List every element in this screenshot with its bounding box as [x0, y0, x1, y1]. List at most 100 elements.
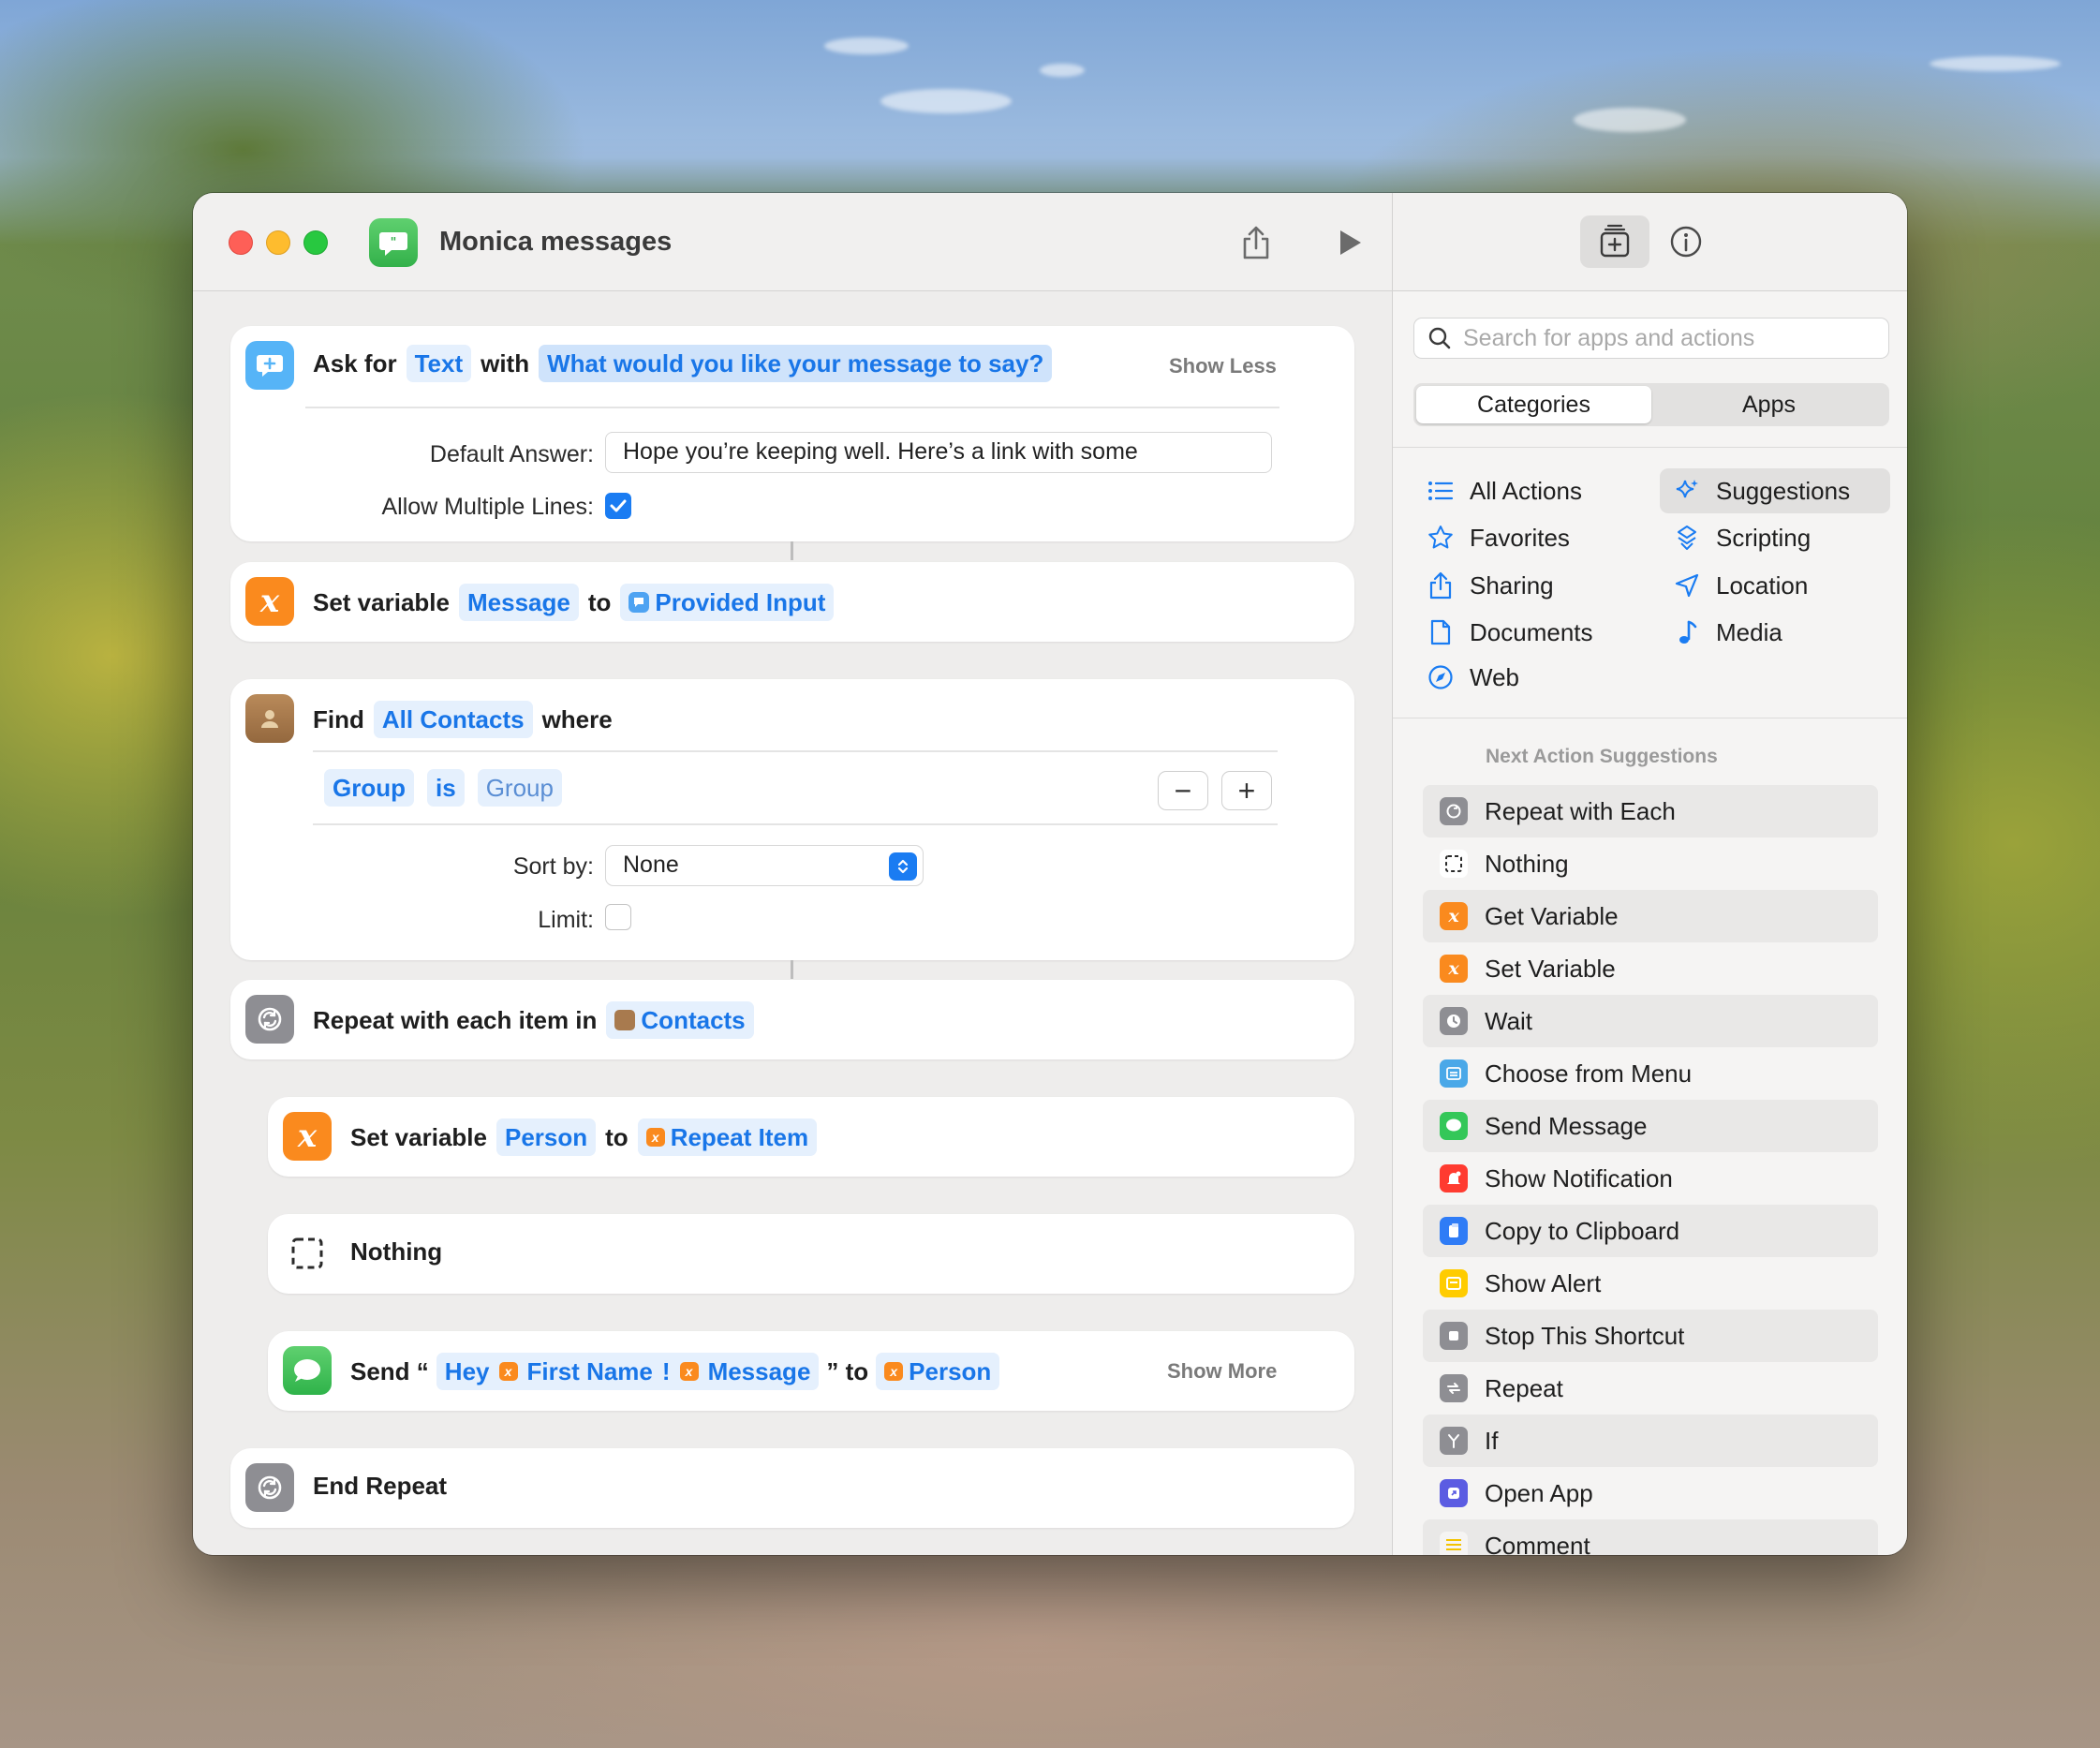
nothing-icon	[1440, 850, 1468, 878]
filter-operator-token[interactable]: is	[427, 769, 465, 807]
nothing-action[interactable]: Nothing	[268, 1214, 1354, 1294]
suggestion-label: Get Variable	[1485, 901, 1619, 930]
add-filter-button[interactable]: +	[1221, 771, 1272, 810]
end-repeat-action[interactable]: End Repeat	[230, 1448, 1354, 1528]
shortcut-icon[interactable]: "	[369, 218, 418, 267]
show-less-button[interactable]: Show Less	[1169, 354, 1277, 378]
ask-input-mini-icon	[629, 592, 650, 613]
search-field[interactable]: Search for apps and actions	[1413, 318, 1889, 359]
ask-for-input-action[interactable]: Ask for Text with What would you like yo…	[230, 326, 1354, 541]
suggestion-item[interactable]: Copy to Clipboard	[1423, 1205, 1878, 1257]
divider	[1393, 447, 1907, 448]
repeat-with-each-action[interactable]: Repeat with each item in Contacts	[230, 980, 1354, 1059]
input-type-token[interactable]: Text	[406, 345, 472, 382]
send-message-action[interactable]: Send “ Hey x First Name ! x Message ” to x…	[268, 1331, 1354, 1411]
contacts-scope-token[interactable]: All Contacts	[373, 701, 533, 738]
suggestion-item[interactable]: Open App	[1423, 1467, 1878, 1519]
suggestion-label: Comment	[1485, 1531, 1590, 1556]
suggestion-item[interactable]: Show Alert	[1423, 1257, 1878, 1310]
default-answer-field[interactable]: Hope you’re keeping well. Here’s a link …	[605, 432, 1272, 473]
set-variable-person-action[interactable]: x Set variable Person to x Repeat Item	[268, 1097, 1354, 1177]
suggestion-label: Choose from Menu	[1485, 1059, 1693, 1088]
category-documents[interactable]: Documents	[1413, 610, 1606, 655]
search-placeholder: Search for apps and actions	[1463, 324, 1755, 351]
category-scripting[interactable]: Scripting	[1660, 515, 1824, 560]
comment-icon	[1440, 1532, 1468, 1555]
ask-input-icon	[245, 341, 294, 390]
suggestion-item[interactable]: Wait	[1423, 995, 1878, 1047]
suggestion-label: Show Notification	[1485, 1163, 1673, 1192]
suggestion-item[interactable]: Stop This Shortcut	[1423, 1310, 1878, 1362]
filter-value-token[interactable]: Group	[477, 769, 562, 807]
suggestion-item[interactable]: Send Message	[1423, 1100, 1878, 1152]
suggestion-item[interactable]: If	[1423, 1415, 1878, 1467]
variable-icon: x	[245, 577, 294, 626]
list-icon	[1427, 477, 1455, 505]
category-web[interactable]: Web	[1413, 655, 1532, 700]
document-icon	[1427, 618, 1455, 646]
category-favorites[interactable]: Favorites	[1413, 515, 1583, 560]
where-label: where	[541, 704, 613, 733]
checkmark-icon	[610, 499, 627, 512]
suggestion-item[interactable]: Comment	[1423, 1519, 1878, 1555]
category-all-actions[interactable]: All Actions	[1413, 468, 1595, 513]
suggestion-label: Stop This Shortcut	[1485, 1321, 1685, 1350]
action-library-sidebar: Search for apps and actions Categories A…	[1392, 193, 1907, 1555]
repeat-item-label: Repeat Item	[670, 1123, 809, 1151]
suggestion-item[interactable]: Nothing	[1423, 837, 1878, 890]
suggestion-item[interactable]: Repeat	[1423, 1362, 1878, 1415]
prompt-token[interactable]: What would you like your message to say?	[539, 345, 1053, 382]
bell-icon	[1440, 1164, 1468, 1192]
category-sharing[interactable]: Sharing	[1413, 563, 1567, 608]
suggestion-item[interactable]: Choose from Menu	[1423, 1047, 1878, 1100]
find-contacts-action[interactable]: Find All Contacts where Group is Group −…	[230, 679, 1354, 960]
run-button[interactable]	[1328, 221, 1371, 264]
sidebar-toolbar	[1393, 193, 1907, 291]
contacts-variable-token[interactable]: Contacts	[606, 1001, 754, 1039]
category-suggestions[interactable]: Suggestions	[1660, 468, 1890, 513]
recipient-token[interactable]: x Person	[876, 1353, 1000, 1390]
recipient-label: Person	[909, 1357, 992, 1385]
repeat-icon	[1440, 1374, 1468, 1402]
variable-name-token[interactable]: Person	[495, 1118, 597, 1156]
flow-connector	[791, 541, 793, 560]
suggestion-label: If	[1485, 1426, 1499, 1455]
suggestion-item[interactable]: Show Notification	[1423, 1152, 1878, 1205]
details-button[interactable]	[1651, 215, 1721, 268]
remove-filter-button[interactable]: −	[1158, 771, 1208, 810]
suggestion-item[interactable]: x Set Variable	[1423, 942, 1878, 995]
category-location[interactable]: Location	[1660, 563, 1821, 608]
sort-by-select[interactable]: None	[605, 845, 924, 886]
share-button[interactable]	[1235, 221, 1278, 264]
end-repeat-label: End Repeat	[313, 1472, 448, 1500]
cloud	[880, 89, 1012, 113]
message-content-token[interactable]: Hey x First Name ! x Message	[436, 1353, 820, 1390]
suggestion-item[interactable]: Repeat with Each	[1423, 785, 1878, 837]
close-window-button[interactable]	[229, 230, 253, 255]
tab-apps[interactable]: Apps	[1651, 386, 1886, 423]
limit-checkbox[interactable]	[605, 904, 631, 930]
suggestion-item[interactable]: x Get Variable	[1423, 890, 1878, 942]
compass-icon	[1427, 663, 1455, 691]
minimize-window-button[interactable]	[266, 230, 290, 255]
set-variable-prefix: Set variable	[350, 1122, 487, 1151]
suggestion-label: Nothing	[1485, 849, 1569, 878]
allow-multiple-lines-checkbox[interactable]	[605, 493, 631, 519]
provided-input-token[interactable]: Provided Input	[620, 584, 835, 621]
sparkle-icon	[1673, 477, 1701, 505]
category-media[interactable]: Media	[1660, 610, 1796, 655]
zoom-window-button[interactable]	[303, 230, 328, 255]
window-title[interactable]: Monica messages	[439, 227, 672, 258]
variable-name-token[interactable]: Message	[458, 584, 579, 621]
if-icon	[1440, 1427, 1468, 1455]
variable-icon: x	[1440, 902, 1468, 930]
repeat-item-token[interactable]: x Repeat Item	[637, 1118, 818, 1156]
shortcut-editor-window: " Monica messages Ask for Text with What…	[193, 193, 1907, 1555]
find-prefix: Find	[313, 704, 364, 733]
action-library-button[interactable]	[1580, 215, 1649, 268]
alert-icon	[1440, 1269, 1468, 1297]
filter-field-token[interactable]: Group	[324, 769, 414, 807]
show-more-button[interactable]: Show More	[1167, 1359, 1277, 1384]
tab-categories[interactable]: Categories	[1416, 386, 1651, 423]
set-variable-message-action[interactable]: x Set variable Message to Provided Input	[230, 562, 1354, 642]
